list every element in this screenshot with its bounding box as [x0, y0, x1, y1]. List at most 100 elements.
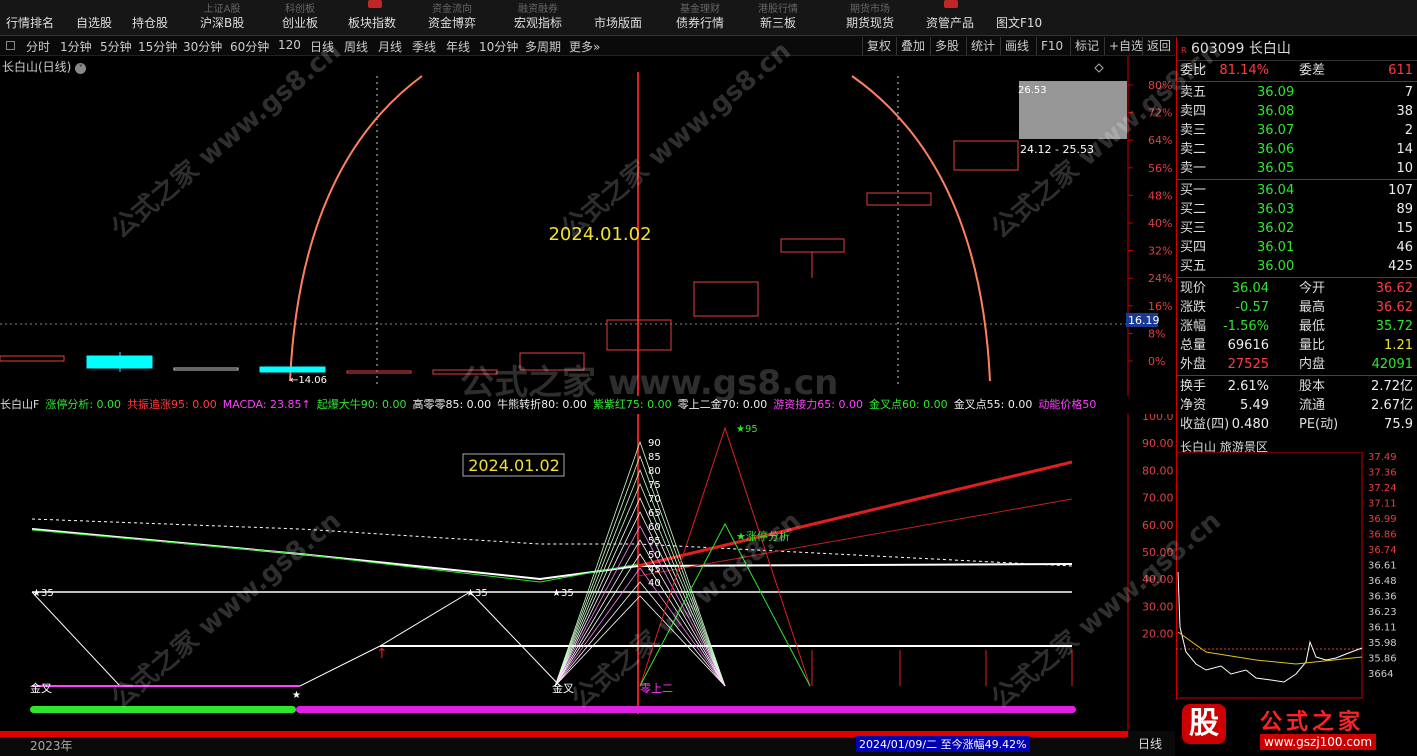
stat-cell: 0.480	[1231, 417, 1269, 432]
toolbar-chart-icon	[368, 0, 382, 8]
order-volume: 107	[1388, 183, 1413, 198]
order-label: 卖三	[1180, 123, 1207, 138]
period-tab-8[interactable]: 周线	[344, 38, 368, 55]
order-row[interactable]: 买五 425 36.00	[1177, 257, 1417, 276]
toolbar-item-9[interactable]: 基金理财 债券行情	[676, 0, 724, 36]
ind-y-tick-3: 70.00	[1142, 492, 1174, 505]
star-label-3: 75	[648, 480, 661, 491]
period-tab-4[interactable]: 30分钟	[183, 38, 222, 55]
right-button-2[interactable]: 多股	[930, 37, 963, 55]
toolbar-item-11[interactable]: 期货市场 期货现货	[846, 0, 894, 36]
y-tick-7: 24%	[1148, 272, 1172, 285]
order-price: 36.02	[1257, 221, 1295, 236]
order-row[interactable]: 买四 46 36.01	[1177, 238, 1417, 257]
toolbar-item-2[interactable]: 持仓股	[132, 0, 168, 36]
y-tick-6: 32%	[1148, 245, 1172, 258]
toolbar-label: 创业板	[282, 16, 319, 30]
order-row[interactable]: 买一 107 36.04	[1177, 181, 1417, 200]
right-button-1[interactable]: 叠加	[896, 37, 929, 55]
toolbar-item-13[interactable]: 图文F10	[996, 0, 1042, 36]
toolbar-item-8[interactable]: 市场版面	[594, 0, 642, 36]
toolbar-label: 期货现货	[846, 16, 895, 30]
right-button-7[interactable]: +自选	[1104, 37, 1147, 55]
indicator-item-11: 金叉点55: 0.00	[953, 398, 1033, 411]
stat-cell: 36.62	[1375, 300, 1413, 315]
buy-orders: 买一 107 36.04 买二 89 36.03 买三 15 36.02 买四 46 36.01 买五 4…	[1177, 181, 1417, 276]
order-row[interactable]: 卖四 38 36.08	[1177, 102, 1417, 121]
mini-tick-10: 36.23	[1368, 607, 1397, 618]
period-tab-1[interactable]: 1分钟	[60, 38, 92, 55]
toolbar-item-3[interactable]: 上证A股 沪深B股	[200, 0, 244, 36]
main-toolbar: 行情排名 自选股 持仓股 上证A股 沪深B股 科创板 创业板 板块指数 资金流向 资金博弈 融资融券…	[0, 0, 1417, 36]
up-arrow-icon: ↑	[376, 646, 388, 662]
star-label-9: 45	[648, 564, 661, 575]
mini-tick-4: 36.99	[1368, 514, 1397, 525]
mini-tick-0: 37.49	[1368, 452, 1397, 463]
toolbar-item-4[interactable]: 科创板 创业板	[282, 0, 318, 36]
toolbar-item-6[interactable]: 资金流向 资金博弈	[428, 0, 476, 36]
period-tab-3[interactable]: 15分钟	[138, 38, 177, 55]
mini-tick-14: 3664	[1368, 669, 1393, 680]
red-trend-line	[637, 460, 1073, 568]
sell-orders: 卖五 7 36.09 卖四 38 36.08 卖三 2 36.07 卖二 14 36.06 卖一 10 36…	[1177, 83, 1417, 178]
order-row[interactable]: 卖一 10 36.05	[1177, 159, 1417, 178]
stat-cell: 量比	[1299, 338, 1326, 353]
ind-y-tick-7: 30.00	[1142, 600, 1174, 613]
period-tab-14[interactable]: 更多»	[569, 38, 600, 55]
order-row[interactable]: 卖三 2 36.07	[1177, 121, 1417, 140]
stat-cell: 最高	[1299, 300, 1326, 315]
toolbar-top-label: 港股行情	[758, 4, 798, 14]
stats2-block: 换手 2.61% 股本 2.72亿 净资 5.49 流通 2.67亿 收益(四) 0.480 PE(…	[1177, 377, 1417, 434]
toolbar-item-10[interactable]: 港股行情 新三板	[758, 0, 798, 36]
mini-tick-13: 35.86	[1368, 654, 1397, 665]
right-button-0[interactable]: 复权	[862, 37, 895, 55]
intraday-mini-chart[interactable]: 37.49 37.36 37.24 37.11 36.99 36.86 36.74 36.61…	[1176, 452, 1417, 700]
toolbar-label: 持仓股	[132, 16, 169, 30]
period-tab-11[interactable]: 年线	[446, 38, 470, 55]
right-button-6[interactable]: 标记	[1070, 37, 1103, 55]
y-tick-4: 48%	[1148, 189, 1172, 202]
toolbar-item-1[interactable]: 自选股	[76, 0, 112, 36]
order-label: 买一	[1180, 183, 1207, 198]
toolbar-label: 新三板	[759, 16, 796, 30]
period-tab-0[interactable]: 分时	[26, 38, 50, 55]
stock-name: 长白山	[1248, 41, 1291, 57]
period-tab-10[interactable]: 季线	[412, 38, 436, 55]
toolbar-label: 板块指数	[348, 16, 397, 30]
order-row[interactable]: 卖二 14 36.06	[1177, 140, 1417, 159]
toolbar-item-0[interactable]: 行情排名	[6, 0, 54, 36]
right-button-4[interactable]: 画线	[1000, 37, 1033, 55]
order-price: 36.05	[1257, 161, 1295, 176]
period-tab-6[interactable]: 120	[278, 38, 301, 52]
period-label[interactable]: 日线	[1138, 735, 1162, 752]
candle-2	[173, 367, 239, 371]
right-button-5[interactable]: F10	[1036, 37, 1067, 55]
period-tab-12[interactable]: 10分钟	[479, 38, 518, 55]
toolbar-top-label	[76, 0, 112, 14]
order-label: 卖四	[1180, 104, 1207, 119]
mini-tick-8: 36.48	[1368, 576, 1397, 587]
toolbar-label: 资管产品	[926, 16, 975, 30]
y-tick-9: 8%	[1148, 327, 1165, 340]
period-tab-5[interactable]: 60分钟	[230, 38, 269, 55]
year-label: 2023年	[30, 739, 73, 753]
stat-cell: 股本	[1299, 379, 1326, 394]
order-row[interactable]: 卖五 7 36.09	[1177, 83, 1417, 102]
grid-icon[interactable]	[6, 41, 15, 50]
stat-cell: 2.67亿	[1371, 398, 1413, 413]
right-button-8[interactable]: 返回	[1142, 37, 1175, 55]
period-tab-2[interactable]: 5分钟	[100, 38, 132, 55]
toolbar-item-7[interactable]: 融资融券 宏观指标	[514, 0, 562, 36]
order-label: 买五	[1180, 259, 1207, 274]
divider	[1177, 277, 1417, 278]
indicator-item-0: 长白山F	[0, 398, 40, 411]
toolbar-label: 沪深B股	[200, 16, 245, 30]
right-button-3[interactable]: 统计	[966, 37, 999, 55]
order-row[interactable]: 买三 15 36.02	[1177, 219, 1417, 238]
stat-row: 换手 2.61% 股本 2.72亿	[1177, 377, 1417, 396]
period-tab-9[interactable]: 月线	[378, 38, 402, 55]
order-row[interactable]: 买二 89 36.03	[1177, 200, 1417, 219]
toolbar-chart-icon	[944, 0, 958, 8]
star-label-7: 55	[648, 536, 661, 547]
period-tab-13[interactable]: 多周期	[525, 38, 561, 55]
